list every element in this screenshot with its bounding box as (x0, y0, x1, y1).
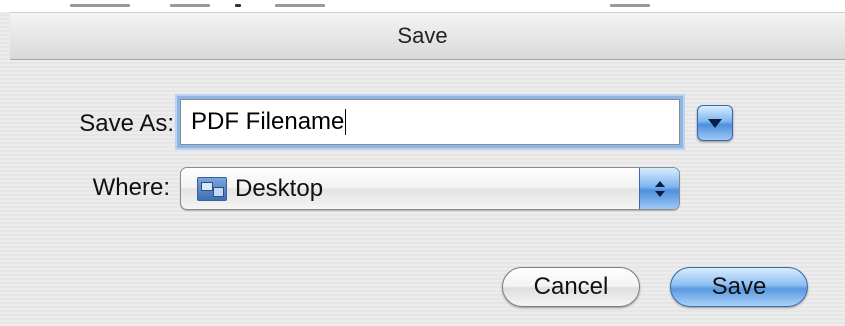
text-caret (345, 109, 347, 135)
expand-disclosure-button[interactable] (697, 105, 733, 141)
triangle-down-icon (708, 118, 722, 128)
where-popup[interactable]: Desktop (180, 167, 680, 210)
where-value: Desktop (235, 174, 324, 202)
window-edge (0, 0, 845, 12)
dialog-title: Save (397, 23, 448, 48)
filename-field[interactable]: PDF Filename (180, 99, 680, 145)
save-as-label: Save As: (79, 110, 174, 137)
save-dialog: Save Save As: PDF Filename Where: Deskto… (0, 0, 845, 326)
save-button[interactable]: Save (670, 267, 808, 307)
title-bar: Save (10, 12, 845, 60)
cancel-button[interactable]: Cancel (502, 267, 640, 307)
filename-value: PDF Filename (191, 108, 345, 135)
where-label: Where: (92, 174, 170, 201)
popup-arrows-icon (639, 168, 679, 209)
desktop-folder-icon (197, 176, 227, 201)
